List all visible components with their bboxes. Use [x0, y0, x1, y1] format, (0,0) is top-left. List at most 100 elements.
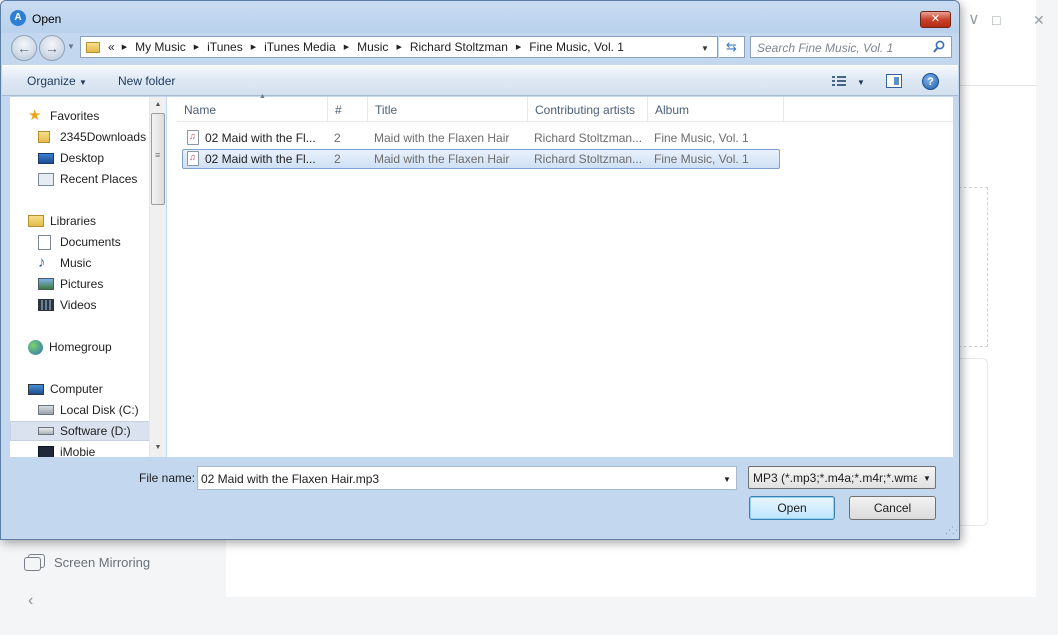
desktop-icon	[38, 152, 54, 164]
column-header-name[interactable]: Name	[177, 97, 328, 122]
nav-homegroup[interactable]: Homegroup	[28, 337, 112, 357]
file-album: Fine Music, Vol. 1	[654, 131, 749, 145]
sidebar-item-label: Screen Mirroring	[54, 554, 151, 570]
cancel-button[interactable]: Cancel	[849, 496, 936, 520]
nav-favorites[interactable]: ★ Favorites	[28, 106, 99, 126]
column-header-row: ▲ Name # Title Contributing artists Albu…	[177, 93, 953, 122]
file-row[interactable]: 02 Maid with the Fl... 2 Maid with the F…	[182, 149, 780, 169]
breadcrumb-chevron-icon[interactable]: ▶	[194, 43, 199, 51]
folder-icon	[38, 131, 50, 143]
column-header-title[interactable]: Title	[368, 97, 528, 122]
search-input[interactable]	[757, 40, 927, 55]
app-logo-icon: A	[10, 10, 26, 26]
nav-item-music[interactable]: ♪ Music	[38, 253, 91, 273]
forward-button[interactable]: →	[39, 35, 65, 61]
nav-item-software-d[interactable]: Software (D:)	[10, 421, 158, 441]
nav-libraries[interactable]: Libraries	[28, 211, 96, 231]
file-type-value: MP3 (*.mp3;*.m4a;*.m4r;*.wma	[753, 471, 917, 485]
view-options-dropdown-icon[interactable]: ▼	[857, 78, 865, 87]
nav-item-2345downloads[interactable]: 2345Downloads	[38, 127, 146, 147]
new-folder-button[interactable]: New folder	[118, 74, 175, 88]
breadcrumb-my-music[interactable]: My Music	[135, 40, 186, 54]
column-header-contributing-artists[interactable]: Contributing artists	[528, 97, 648, 122]
nav-item-desktop[interactable]: Desktop	[38, 148, 104, 168]
close-button[interactable]: ✕	[920, 11, 951, 28]
pictures-icon	[38, 278, 54, 290]
address-history-dropdown-icon[interactable]: ▼	[701, 44, 709, 53]
scrollbar-thumb[interactable]	[151, 113, 165, 205]
nav-item-videos[interactable]: Videos	[38, 295, 96, 315]
back-button[interactable]: ←	[11, 35, 37, 61]
nav-item-label: Pictures	[60, 277, 104, 291]
breadcrumb-fine-music[interactable]: Fine Music, Vol. 1	[529, 40, 624, 54]
arrow-left-icon: ←	[17, 40, 31, 56]
nav-item-documents[interactable]: Documents	[38, 232, 121, 252]
bg-minimize-icon[interactable]: ∨	[968, 10, 980, 30]
nav-item-recent-places[interactable]: Recent Places	[38, 169, 137, 189]
breadcrumb-music[interactable]: Music	[357, 40, 388, 54]
breadcrumb-richard-stoltzman[interactable]: Richard Stoltzman	[410, 40, 508, 54]
file-name-combobox[interactable]: ▼	[197, 466, 737, 490]
bg-card	[958, 358, 988, 526]
nav-favorites-label: Favorites	[50, 109, 100, 123]
file-artists: Richard Stoltzman...	[534, 131, 643, 145]
breadcrumb-overflow[interactable]: «	[108, 40, 115, 54]
nav-pane-scrollbar[interactable]: ▲ ▼	[149, 97, 166, 457]
breadcrumb-chevron-icon[interactable]: ▶	[122, 43, 127, 51]
sidebar-item-screen-mirroring[interactable]: Screen Mirroring	[24, 551, 150, 573]
file-type-select[interactable]: MP3 (*.mp3;*.m4a;*.m4r;*.wma ▼	[748, 466, 936, 489]
breadcrumb-chevron-icon[interactable]: ▶	[516, 43, 521, 51]
change-view-icon[interactable]	[832, 75, 846, 87]
chevron-down-icon: ▼	[79, 78, 87, 87]
help-icon[interactable]: ?	[922, 73, 939, 90]
open-button[interactable]: Open	[749, 496, 835, 520]
chevron-down-icon[interactable]: ▼	[723, 475, 731, 484]
column-header-album[interactable]: Album	[648, 97, 784, 122]
folder-icon	[86, 41, 100, 53]
file-artists: Richard Stoltzman...	[534, 152, 643, 166]
breadcrumb-itunes[interactable]: iTunes	[207, 40, 243, 54]
organize-label: Organize	[27, 74, 76, 88]
nav-item-pictures[interactable]: Pictures	[38, 274, 103, 294]
address-bar[interactable]: « ▶ My Music ▶ iTunes ▶ iTunes Media ▶ M…	[80, 36, 718, 58]
organize-button[interactable]: Organize ▼	[27, 74, 87, 88]
scroll-down-icon[interactable]: ▼	[150, 440, 166, 456]
column-header-number[interactable]: #	[328, 97, 368, 122]
local-disk-icon	[38, 405, 54, 415]
navigation-pane: ★ Favorites 2345Downloads Desktop Recent…	[10, 97, 166, 457]
preview-pane-button[interactable]	[886, 74, 902, 88]
bg-maximize-icon[interactable]: □	[992, 10, 1000, 30]
file-row[interactable]: 02 Maid with the Fl... 2 Maid with the F…	[182, 128, 780, 148]
file-name: 02 Maid with the Fl...	[205, 131, 316, 145]
breadcrumb-chevron-icon[interactable]: ▶	[396, 43, 401, 51]
nav-item-label: Recent Places	[60, 172, 138, 186]
nav-item-label: iMobie	[60, 445, 96, 457]
nav-item-label: Desktop	[60, 151, 105, 165]
nav-libraries-label: Libraries	[50, 214, 97, 228]
file-name-input[interactable]	[201, 471, 711, 486]
refresh-button[interactable]: ⇆	[719, 36, 745, 58]
nav-item-label: Software (D:)	[60, 424, 131, 438]
search-icon[interactable]	[933, 40, 945, 54]
nav-item-imobie[interactable]: iMobie	[38, 442, 95, 457]
nav-computer[interactable]: Computer	[28, 379, 103, 399]
dialog-title: Open	[32, 12, 62, 26]
recent-locations-dropdown-icon[interactable]: ▼	[67, 42, 75, 51]
nav-item-local-disk-c[interactable]: Local Disk (C:)	[38, 400, 139, 420]
search-box[interactable]	[750, 36, 952, 58]
device-icon	[38, 446, 54, 457]
breadcrumb-chevron-icon[interactable]: ▶	[251, 43, 256, 51]
scroll-up-icon[interactable]: ▲	[150, 97, 166, 113]
breadcrumb-chevron-icon[interactable]: ▶	[344, 43, 349, 51]
nav-item-label: Music	[60, 256, 92, 270]
file-name-label: File name:	[139, 471, 196, 485]
audio-file-icon	[187, 130, 199, 145]
arrow-right-icon: →	[45, 40, 59, 56]
screen-mirroring-icon	[24, 554, 45, 571]
bg-close-icon[interactable]: ✕	[1033, 10, 1045, 30]
file-list-pane: ▲ Name # Title Contributing artists Albu…	[167, 93, 953, 457]
nav-homegroup-label: Homegroup	[49, 340, 112, 354]
breadcrumb-itunes-media[interactable]: iTunes Media	[264, 40, 336, 54]
resize-grip-icon[interactable]: ⋰⋰	[945, 525, 959, 536]
collapse-sidebar-icon[interactable]: ‹	[28, 592, 33, 610]
